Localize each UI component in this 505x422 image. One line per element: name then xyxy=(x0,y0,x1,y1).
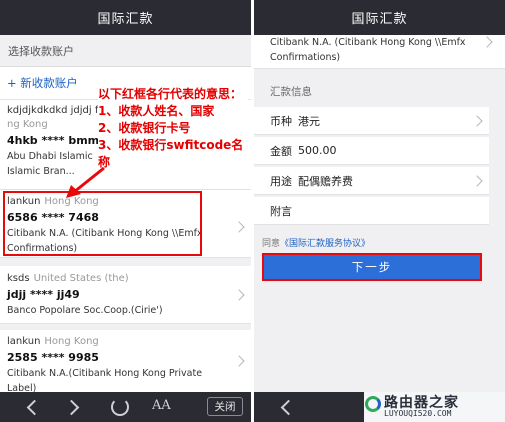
section-header: 选择收款账户 xyxy=(0,35,251,67)
watermark-url: LUYOUQI520.COM xyxy=(384,409,452,418)
forward-arrow-icon[interactable] xyxy=(63,399,80,416)
section-header: 汇款信息 xyxy=(270,86,312,98)
amount-field[interactable]: 金额 500.00 xyxy=(254,137,489,165)
font-size-icon[interactable]: AA xyxy=(152,398,171,413)
next-step-button[interactable]: 下一步 xyxy=(262,253,482,281)
field-value: 港元 xyxy=(298,114,320,128)
chevron-right-icon xyxy=(471,115,483,127)
selected-bank: Citibank N.A. (Citibank Hong Kong \\Emfx… xyxy=(254,35,505,69)
field-label: 币种 xyxy=(270,114,292,128)
account-item[interactable]: ksds United States (the) jdjj **** jj49 B… xyxy=(0,266,251,324)
refresh-icon[interactable] xyxy=(111,398,129,416)
back-arrow-icon[interactable] xyxy=(280,399,297,416)
account-header: ksds United States (the) xyxy=(7,272,251,286)
field-label: 附言 xyxy=(270,204,292,218)
field-value: 500.00 xyxy=(298,144,337,157)
annotation-line-3: 3、收款银行swfitcode名称 xyxy=(98,138,244,169)
agreement-prefix: 同意 xyxy=(262,239,281,249)
account-country: United States (the) xyxy=(33,273,129,284)
agreement-link[interactable]: 《国际汇款服务协议》 xyxy=(280,239,370,249)
field-value: 配偶赡养费 xyxy=(298,174,353,188)
field-label: 金额 xyxy=(270,144,292,158)
purpose-field[interactable]: 用途 配偶赡养费 xyxy=(254,167,489,195)
account-bank: Banco Popolare Soc.Coop.(Cirie') xyxy=(7,305,163,316)
close-button[interactable]: 关闭 xyxy=(207,397,243,416)
left-screen: 国际汇款 选择收款账户 + 新收款账户 kdjdjkdkdkd jdjdj f … xyxy=(0,0,251,422)
field-label: 用途 xyxy=(270,174,292,188)
highlight-box xyxy=(3,191,202,256)
annotation-line-1: 1、收款人姓名、国家 xyxy=(98,104,215,118)
page-title: 国际汇款 xyxy=(254,0,505,35)
watermark: 路由器之家 LUYOUQI520.COM xyxy=(364,392,505,422)
browser-toolbar: AA 关闭 xyxy=(0,392,251,422)
agreement-text: 同意《国际汇款服务协议》 xyxy=(262,236,370,249)
chevron-right-icon xyxy=(471,175,483,187)
annotation-title: 以下红框各行代表的意思： xyxy=(98,87,243,101)
account-header: lankun Hong Kong xyxy=(7,335,251,349)
annotation-line-2: 2、收款银行卡号 xyxy=(98,121,191,135)
right-screen: 国际汇款 Citibank N.A. (Citibank Hong Kong \… xyxy=(254,0,505,422)
back-arrow-icon[interactable] xyxy=(26,399,43,416)
account-country: Hong Kong xyxy=(44,336,99,347)
account-item[interactable]: lankun Hong Kong 2585 **** 9985 Citibank … xyxy=(0,330,251,394)
account-card: jdjj **** jj49 xyxy=(7,288,80,301)
account-card: 2585 **** 9985 xyxy=(7,351,99,364)
account-name: ksds xyxy=(7,273,30,284)
logo-icon xyxy=(365,396,381,412)
account-name: lankun xyxy=(7,336,41,347)
page-title: 国际汇款 xyxy=(0,0,251,35)
currency-field[interactable]: 币种 港元 xyxy=(254,107,489,135)
annotation-note: 以下红框各行代表的意思： 1、收款人姓名、国家 2、收款银行卡号 3、收款银行s… xyxy=(98,86,248,171)
remark-field[interactable]: 附言 xyxy=(254,197,489,225)
